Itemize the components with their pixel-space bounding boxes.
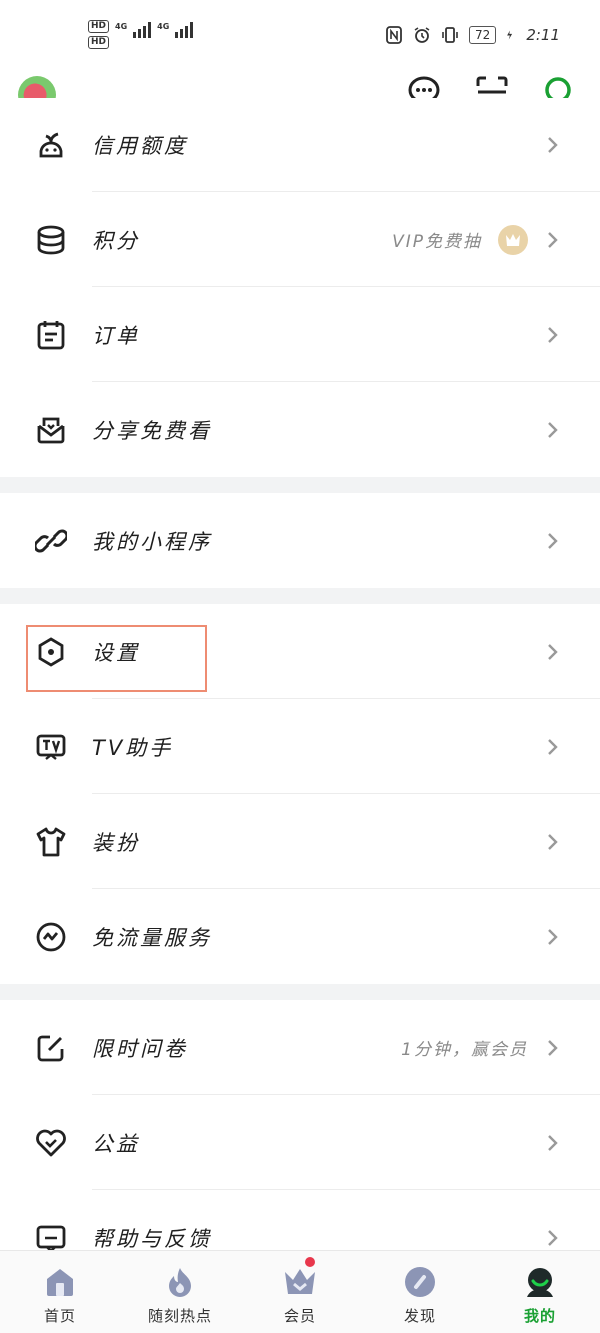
vip-crown-icon (282, 1265, 318, 1299)
menu-item-label: TV助手 (92, 735, 174, 760)
chevron-right-icon (548, 326, 558, 343)
bottom-tab-bar: 首页 随刻热点 会员 发现 我的 (0, 1250, 600, 1333)
discover-icon (402, 1265, 438, 1299)
menu-item-label: 装扮 (92, 830, 140, 855)
tv-icon (34, 730, 68, 764)
tab-label: 会员 (283, 1307, 316, 1325)
chevron-right-icon (548, 1039, 558, 1056)
menu-item-label: 帮助与反馈 (92, 1226, 212, 1251)
chevron-right-icon (548, 643, 558, 660)
section-gap (0, 984, 600, 1000)
chevron-right-icon (548, 231, 558, 248)
profile-icon (522, 1265, 558, 1299)
survey-promo-text: 1分钟，赢会员 (401, 1040, 528, 1060)
settings-highlight-box (26, 625, 207, 692)
tshirt-icon (34, 825, 68, 859)
chevron-right-icon (548, 532, 558, 549)
menu-item-label: 信用额度 (92, 134, 188, 158)
menu-item-credit[interactable]: 信用额度 (0, 98, 600, 192)
share-gift-icon (34, 413, 68, 447)
menu-group-account: 信用额度 积分 VIP免费抽 订单 分享免费看 (0, 98, 600, 477)
chevron-right-icon (548, 1134, 558, 1151)
mini-program-icon (34, 524, 68, 558)
alarm-icon (414, 27, 430, 43)
signal-strength-2-icon (175, 20, 194, 38)
nfc-icon (386, 26, 402, 44)
hd-badge-1: HD (88, 20, 110, 33)
hd-badge-2: HD (88, 36, 110, 49)
menu-item-label: 公益 (92, 1131, 140, 1156)
network-type-2: 4G (157, 22, 170, 31)
menu-group-programs: 我的小程序 (0, 493, 600, 588)
menu-item-points[interactable]: 积分 VIP免费抽 (0, 192, 600, 287)
credit-icon (34, 128, 68, 162)
signal-indicators: HD HD 4G 4G (88, 20, 194, 49)
menu-item-tv-assistant[interactable]: TV助手 (0, 699, 600, 794)
menu-item-label: 限时问卷 (92, 1036, 188, 1061)
menu-item-mini-programs[interactable]: 我的小程序 (0, 493, 600, 588)
tab-mine[interactable]: 我的 (480, 1251, 600, 1333)
points-promo-text: VIP免费抽 (392, 232, 482, 252)
tab-vip[interactable]: 会员 (240, 1251, 360, 1333)
chevron-right-icon (548, 1229, 558, 1246)
vip-crown-icon (498, 224, 528, 255)
menu-item-label: 积分 (92, 228, 140, 253)
menu-item-label: 我的小程序 (92, 529, 212, 554)
menu-item-free-data[interactable]: 免流量服务 (0, 889, 600, 984)
menu-item-label: 分享免费看 (92, 418, 212, 443)
tab-label: 我的 (523, 1307, 556, 1325)
section-gap (0, 588, 600, 604)
hot-flame-icon (162, 1265, 198, 1299)
menu-item-dress-up[interactable]: 装扮 (0, 794, 600, 889)
points-coins-icon (34, 223, 68, 257)
tab-label: 发现 (403, 1307, 436, 1325)
menu-item-share-free[interactable]: 分享免费看 (0, 382, 600, 477)
chevron-right-icon (548, 421, 558, 438)
order-icon (34, 318, 68, 352)
menu-item-label: 免流量服务 (92, 925, 212, 950)
vibrate-icon (442, 27, 458, 43)
home-icon (42, 1265, 78, 1299)
chevron-right-icon (548, 738, 558, 755)
survey-edit-icon (34, 1031, 68, 1065)
chevron-right-icon (548, 137, 558, 153)
tab-home[interactable]: 首页 (0, 1251, 120, 1333)
tab-label: 随刻热点 (147, 1307, 212, 1325)
chevron-right-icon (548, 833, 558, 850)
points-promo: VIP免费抽 (392, 224, 528, 255)
menu-group-other: 限时问卷 1分钟，赢会员 公益 帮助与反馈 (0, 1000, 600, 1285)
data-wave-icon (34, 920, 68, 954)
clock-time: 2:11 (526, 26, 560, 44)
tab-discover[interactable]: 发现 (360, 1251, 480, 1333)
menu-item-orders[interactable]: 订单 (0, 287, 600, 382)
menu-item-charity[interactable]: 公益 (0, 1095, 600, 1190)
tab-label: 首页 (43, 1307, 76, 1325)
charity-heart-icon (34, 1126, 68, 1160)
chevron-right-icon (548, 928, 558, 945)
notification-dot (305, 1257, 315, 1267)
tab-hot[interactable]: 随刻热点 (120, 1251, 240, 1333)
menu-item-label: 订单 (92, 323, 140, 348)
signal-strength-1-icon (133, 20, 152, 38)
status-bar: HD HD 4G 4G 72 2:11 (0, 0, 600, 72)
network-type-1: 4G (115, 22, 128, 31)
charging-icon (507, 30, 513, 40)
battery-indicator: 72 (469, 26, 497, 44)
menu-item-survey[interactable]: 限时问卷 1分钟，赢会员 (0, 1000, 600, 1095)
section-gap (0, 477, 600, 493)
